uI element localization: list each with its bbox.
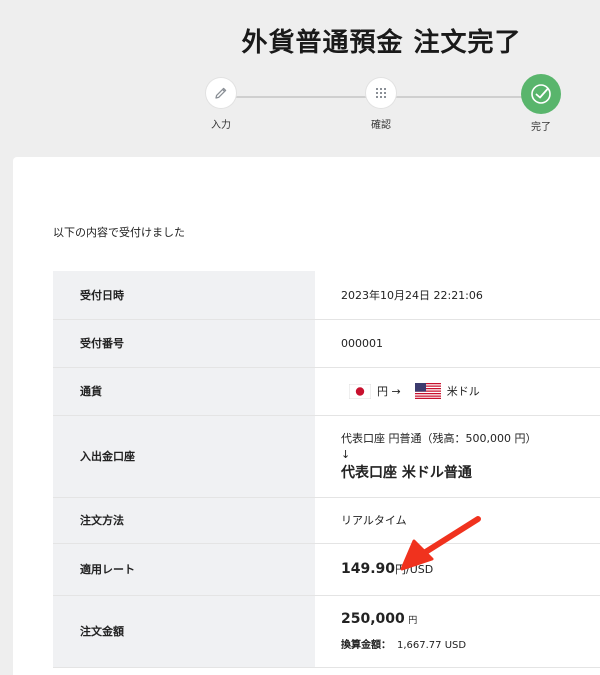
us-flag-icon (414, 383, 441, 399)
row-value: 2023年10月24日 22:21:06 (315, 271, 600, 320)
grid-icon (366, 78, 396, 108)
annotation-arrow-icon (400, 516, 481, 571)
step-input: 入力 (191, 78, 251, 131)
table-row: 受付番号 000001 (53, 319, 600, 368)
amount-value: 250,000 (341, 611, 405, 627)
amount-unit: 円 (408, 616, 418, 626)
order-complete-page: 外貨普通預金 注文完了 入力 確認 完了 以下の内容で受付けました 受付日時 2… (0, 0, 600, 675)
result-card: 以下の内容で受付けました 受付日時 2023年10月24日 22:21:06 受… (13, 157, 600, 675)
converted-label: 換算金額： (341, 640, 391, 651)
row-key: 注文方法 (53, 497, 315, 544)
check-circle-icon (521, 74, 561, 114)
intro-text: 以下の内容で受付けました (53, 226, 185, 239)
progress-stepper: 入力 確認 完了 (0, 74, 600, 148)
step-connector (236, 96, 368, 98)
row-key: 通貨 (53, 367, 315, 416)
row-value: 円 → 米ドル (315, 367, 600, 416)
row-key: 受付日時 (53, 271, 315, 320)
step-connector (396, 96, 528, 98)
japan-flag-icon (349, 383, 371, 399)
currency-to: 米ドル (446, 385, 480, 398)
step-confirm: 確認 (351, 78, 411, 131)
step-label: 入力 (211, 120, 231, 131)
table-row: 注文方法 リアルタイム (53, 497, 600, 544)
row-key: 入出金口座 (53, 415, 315, 498)
table-row: 通貨 円 → 米ドル (53, 367, 600, 416)
row-key: 適用レート (53, 543, 315, 596)
step-label: 確認 (371, 120, 391, 131)
step-label: 完了 (531, 122, 551, 133)
order-details-table: 受付日時 2023年10月24日 22:21:06 受付番号 000001 通貨… (53, 271, 600, 668)
down-arrow-icon: ↓ (341, 448, 351, 461)
converted-value: 1,667.77 USD (397, 640, 467, 651)
pencil-icon (206, 78, 236, 108)
row-key: 受付番号 (53, 319, 315, 368)
row-value: 250,000 円 換算金額： 1,667.77 USD (315, 595, 600, 668)
account-from: 代表口座 円普通（残高：500,000 円） (341, 432, 537, 445)
table-row: 入出金口座 代表口座 円普通（残高：500,000 円） ↓ 代表口座 米ドル普… (53, 415, 600, 498)
page-title: 外貨普通預金 注文完了 (241, 28, 522, 58)
table-row: 受付日時 2023年10月24日 22:21:06 (53, 271, 600, 320)
row-value: 代表口座 円普通（残高：500,000 円） ↓ 代表口座 米ドル普通 (315, 415, 600, 498)
table-row: 注文金額 250,000 円 換算金額： 1,667.77 USD (53, 595, 600, 668)
row-key: 注文金額 (53, 595, 315, 668)
step-complete: 完了 (511, 74, 571, 133)
row-value: 000001 (315, 319, 600, 368)
table-row: 適用レート 149.90円/USD (53, 543, 600, 596)
currency-from: 円 → (377, 385, 401, 398)
account-to: 代表口座 米ドル普通 (341, 465, 472, 481)
